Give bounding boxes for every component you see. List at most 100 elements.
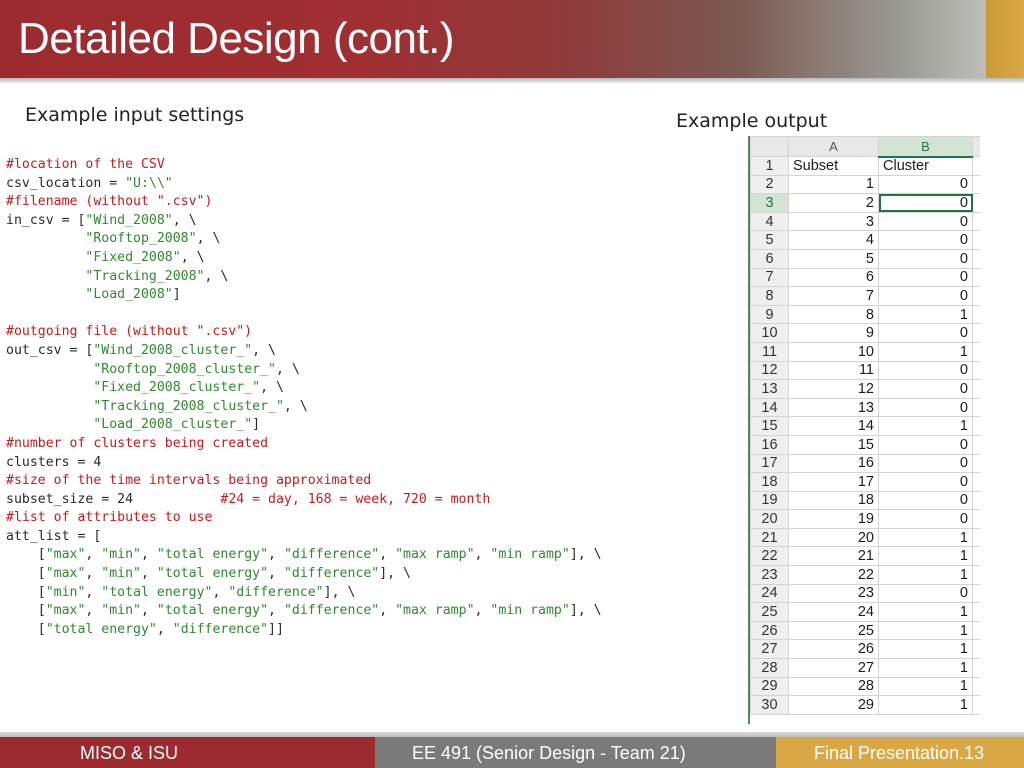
code-string: "min" bbox=[101, 603, 141, 619]
code-string: "Wind_2008_cluster_" bbox=[93, 342, 253, 358]
table-row: 20 19 0 bbox=[750, 509, 980, 529]
blank-cell bbox=[972, 267, 980, 288]
code-text: , \ bbox=[260, 380, 284, 396]
code-text: , \ bbox=[283, 398, 308, 414]
header-cell-subset: Subset bbox=[788, 156, 879, 176]
code-line: "Rooftop_2008", \ bbox=[6, 230, 656, 249]
code-comment: #filename (without ".csv") bbox=[6, 194, 213, 210]
table-row: 1 Subset Cluster bbox=[750, 156, 980, 176]
blank-cell bbox=[972, 360, 980, 381]
row-number: 24 bbox=[750, 583, 789, 604]
table-row: 22 21 1 bbox=[750, 546, 980, 567]
subset-cell: 23 bbox=[788, 583, 879, 604]
code-string: "min ramp" bbox=[490, 603, 570, 619]
code-text: , \ bbox=[172, 212, 197, 228]
code-string: "Tracking_2008_cluster_" bbox=[93, 398, 284, 414]
header-cell-cluster: Cluster bbox=[878, 156, 973, 176]
subset-cell: 8 bbox=[788, 304, 879, 325]
table-row: 15 14 1 bbox=[750, 416, 980, 436]
cluster-cell: 0 bbox=[878, 267, 973, 288]
code-text: , bbox=[268, 547, 284, 563]
subset-cell: 13 bbox=[788, 397, 879, 418]
title-bar-accent bbox=[986, 0, 1024, 78]
row-number: 9 bbox=[750, 304, 789, 325]
subset-cell: 17 bbox=[788, 472, 879, 492]
footer: MISO & ISU EE 491 (Senior Design - Team … bbox=[0, 737, 1024, 768]
blank-cell bbox=[972, 472, 980, 492]
row-number: 5 bbox=[750, 230, 789, 250]
code-text: [ bbox=[6, 603, 46, 619]
row-number: 25 bbox=[750, 602, 789, 622]
table-row: 18 17 0 bbox=[750, 472, 980, 492]
table-row: 26 25 1 bbox=[750, 620, 980, 641]
blank-cell bbox=[972, 416, 980, 436]
code-line: "Load_2008"] bbox=[6, 286, 656, 305]
row-number: 10 bbox=[750, 323, 789, 343]
code-string: "total energy" bbox=[101, 584, 213, 600]
code-text: ], \ bbox=[323, 584, 356, 600]
cluster-cell: 1 bbox=[878, 620, 973, 641]
code-text: , bbox=[85, 603, 102, 619]
row-number: 21 bbox=[750, 527, 789, 548]
code-text: , \ bbox=[252, 342, 276, 358]
code-line: #outgoing file (without ".csv") bbox=[6, 323, 656, 342]
code-text: subset_size = 24 bbox=[6, 491, 221, 507]
code-text: , bbox=[85, 566, 102, 582]
blank-cell bbox=[972, 509, 980, 529]
subset-cell: 10 bbox=[788, 341, 879, 362]
cluster-cell: 0 bbox=[878, 211, 973, 232]
row-number: 3 bbox=[750, 193, 789, 213]
blank-cell bbox=[972, 602, 980, 622]
blank-cell bbox=[972, 676, 980, 697]
row-number: 26 bbox=[750, 620, 789, 641]
code-text: out_csv = [ bbox=[6, 342, 94, 358]
code-string: "max ramp" bbox=[395, 603, 475, 619]
blank-cell bbox=[972, 341, 980, 362]
code-text: , bbox=[474, 547, 491, 563]
code-text: , bbox=[379, 547, 396, 563]
cluster-cell: 1 bbox=[878, 527, 973, 548]
code-line: ["max", "min", "total energy", "differen… bbox=[6, 602, 656, 621]
row-number: 27 bbox=[750, 639, 789, 660]
code-line: ["total energy", "difference"]] bbox=[6, 621, 656, 640]
subset-cell: 6 bbox=[788, 267, 879, 288]
code-string: "max" bbox=[45, 603, 86, 619]
code-text: , \ bbox=[275, 361, 300, 377]
column-header-a: A bbox=[788, 136, 879, 157]
subset-cell: 12 bbox=[788, 379, 879, 399]
code-text: , bbox=[268, 603, 284, 619]
code-text: ] bbox=[252, 417, 261, 433]
cluster-cell: 0 bbox=[878, 509, 973, 529]
code-text: [ bbox=[6, 547, 46, 563]
table-row: 430 bbox=[750, 211, 980, 232]
cluster-cell: 0 bbox=[878, 379, 973, 399]
blank-cell bbox=[972, 211, 980, 232]
code-comment: #number of clusters being created bbox=[6, 435, 269, 451]
code-line: #number of clusters being created bbox=[6, 435, 656, 454]
code-line: out_csv = ["Wind_2008_cluster_", \ bbox=[6, 342, 656, 361]
code-line: "Fixed_2008_cluster_", \ bbox=[6, 379, 656, 398]
blank-cell bbox=[972, 695, 980, 715]
subset-cell: 26 bbox=[788, 639, 879, 660]
code-string: "Rooftop_2008" bbox=[85, 231, 197, 247]
code-string: "total energy" bbox=[45, 621, 157, 637]
code-string: "Wind_2008" bbox=[85, 212, 173, 228]
footer-left: MISO & ISU bbox=[0, 737, 375, 768]
row-number: 7 bbox=[750, 267, 789, 288]
cluster-cell: 0 bbox=[878, 583, 973, 604]
code-line: csv_location = "U:\\" bbox=[6, 175, 656, 194]
table-row: 10 9 0 bbox=[750, 323, 980, 343]
subset-cell: 2 bbox=[788, 193, 879, 213]
cluster-cell: 0 bbox=[878, 323, 973, 343]
cluster-cell: 0 bbox=[878, 230, 973, 250]
code-text: , bbox=[85, 584, 102, 600]
subset-cell: 20 bbox=[788, 527, 879, 548]
code-string: "total energy" bbox=[156, 603, 269, 619]
subset-cell: 1 bbox=[788, 174, 879, 195]
code-string: "max ramp" bbox=[395, 547, 475, 563]
blank-cell bbox=[972, 156, 980, 176]
